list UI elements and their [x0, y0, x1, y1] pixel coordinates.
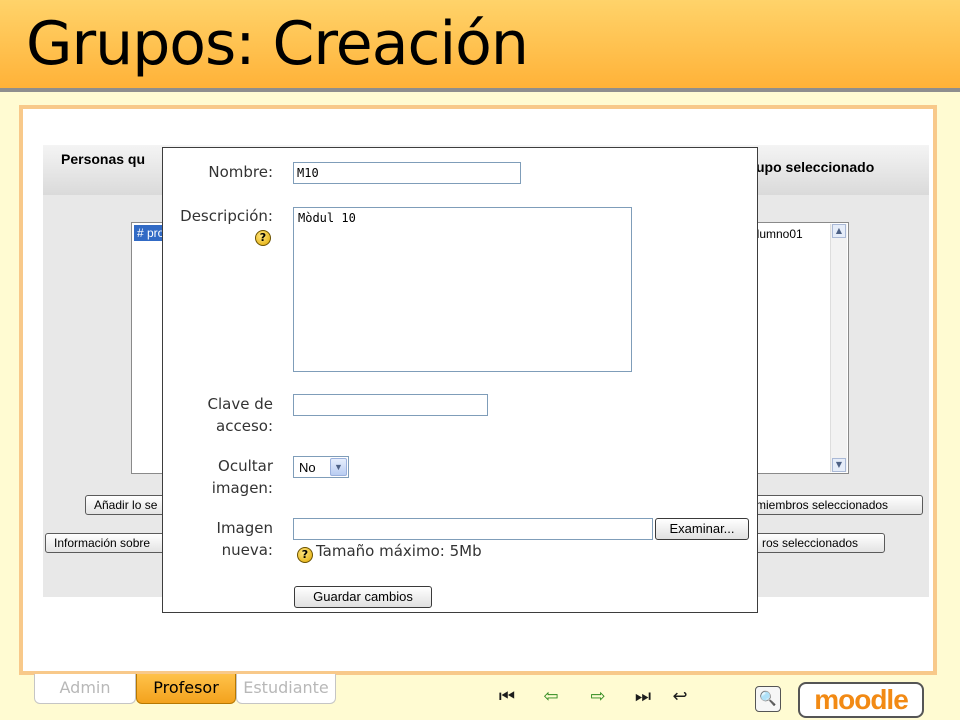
search-icon[interactable]: 🔍 — [755, 686, 781, 712]
moodle-logo[interactable]: moodle — [798, 682, 924, 718]
access-key-input[interactable] — [293, 394, 488, 416]
hide-image-value: No — [299, 460, 316, 475]
tab-admin[interactable]: Admin — [34, 674, 136, 704]
chevron-down-icon[interactable]: ▼ — [330, 458, 347, 476]
scroll-up-icon[interactable]: ▲ — [832, 224, 846, 238]
save-changes-button[interactable]: Guardar cambios — [294, 586, 432, 608]
new-image-file-input[interactable] — [293, 518, 653, 540]
hide-image-label-line2: imagen: — [211, 479, 273, 497]
new-image-label-line2: nueva: — [221, 541, 273, 559]
people-heading: Personas qu — [61, 151, 146, 167]
max-size-note: Tamaño máximo: 5Mb — [316, 542, 482, 560]
info-button[interactable]: Información sobre — [45, 533, 175, 553]
tab-estudiante[interactable]: Estudiante — [236, 674, 336, 704]
last-slide-icon[interactable]: ⏭ — [630, 684, 656, 710]
members-list[interactable]: alumno01 ▲ ▼ — [743, 222, 849, 474]
help-icon[interactable]: ? — [255, 230, 271, 246]
access-key-label-line2: acceso: — [216, 417, 273, 435]
hide-image-select[interactable]: No ▼ — [293, 456, 349, 478]
name-input[interactable]: M10 — [293, 162, 521, 184]
group-edit-dialog: Nombre: M10 Descripción: ? Mòdul 10 Clav… — [162, 147, 758, 613]
selected-group-heading: upo seleccionado — [756, 159, 875, 175]
remove-members-button[interactable]: miembros seleccionados — [737, 495, 923, 515]
help-icon[interactable]: ? — [297, 547, 313, 563]
first-slide-icon[interactable]: ⏮ — [494, 684, 520, 710]
access-key-label-line1: Clave de — [207, 395, 273, 413]
hide-image-label-line1: Ocultar — [218, 457, 273, 475]
slide-header: Grupos: Creación — [0, 0, 960, 92]
description-textarea[interactable]: Mòdul 10 — [293, 207, 632, 372]
selected-members-button[interactable]: ros seleccionados — [737, 533, 885, 553]
scroll-down-icon[interactable]: ▼ — [832, 458, 846, 472]
name-label: Nombre: — [208, 163, 273, 181]
previous-slide-icon[interactable]: ⇦ — [538, 684, 564, 710]
members-list-scrollbar[interactable]: ▲ ▼ — [830, 224, 847, 472]
slide-title: Grupos: Creación — [26, 9, 529, 79]
description-label: Descripción: — [180, 207, 273, 225]
browse-button[interactable]: Examinar... — [655, 518, 749, 540]
return-icon[interactable]: ↩ — [667, 684, 693, 710]
screenshot-frame: Personas qu upo seleccionado # pro alumn… — [19, 105, 937, 675]
new-image-label-line1: Imagen — [216, 519, 273, 537]
next-slide-icon[interactable]: ⇨ — [585, 684, 611, 710]
tab-profesor[interactable]: Profesor — [136, 674, 236, 704]
